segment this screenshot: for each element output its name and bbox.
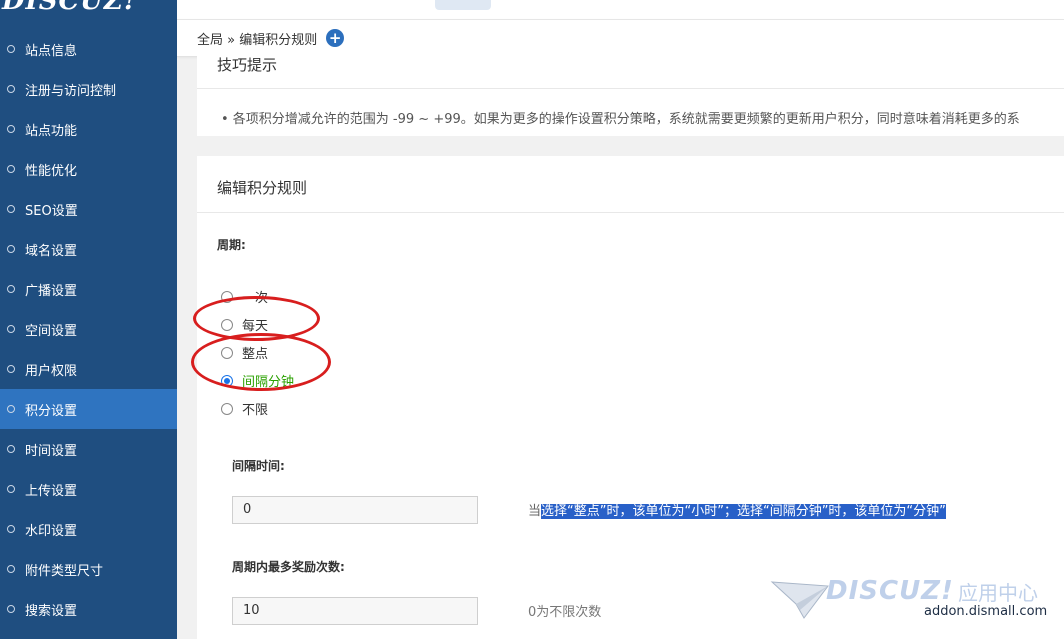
plus-circle-icon[interactable]: + <box>326 29 345 47</box>
circle-bullet-icon <box>7 605 15 613</box>
tips-title: 技巧提示 <box>217 56 278 74</box>
max-rewards-input[interactable]: 10 <box>232 597 478 625</box>
logo[interactable]: DISCUZ! <box>0 0 136 16</box>
circle-bullet-icon <box>7 565 15 573</box>
top-bar <box>177 0 1064 19</box>
sidebar-item-label: 域名设置 <box>25 243 78 259</box>
breadcrumb: 全局 » 编辑积分规则 + <box>177 19 1064 57</box>
circle-bullet-icon <box>7 325 15 333</box>
breadcrumb-text: 全局 » 编辑积分规则 <box>197 32 318 48</box>
interval-input[interactable]: 0 <box>232 496 478 524</box>
sidebar-item-label: 用户权限 <box>25 363 78 379</box>
sidebar-item[interactable]: 性能优化 <box>0 149 177 189</box>
watermark-url: addon.dismall.com <box>924 604 1048 619</box>
sidebar-item-label: 水印设置 <box>25 523 78 539</box>
circle-bullet-icon <box>7 165 15 173</box>
sidebar-item-label: 搜索设置 <box>25 603 78 619</box>
sidebar-item-label: 上传设置 <box>25 483 78 499</box>
sidebar-item[interactable]: 站点信息 <box>0 29 177 69</box>
sidebar-item[interactable]: 水印设置 <box>0 509 177 549</box>
cycle-label: 周期: <box>217 238 246 252</box>
watermark: DISCUZ! 应用中心 addon.dismall.com <box>770 574 1060 634</box>
circle-bullet-icon <box>7 205 15 213</box>
sidebar-item-label: 积分设置 <box>25 403 78 419</box>
max-rewards-label: 周期内最多奖励次数: <box>232 560 345 574</box>
circle-bullet-icon <box>7 485 15 493</box>
interval-hint-prefix: 当 <box>528 504 542 519</box>
circle-bullet-icon <box>7 285 15 293</box>
sidebar-item[interactable]: 站点功能 <box>0 109 177 149</box>
cycle-radio-option[interactable]: 不限 <box>221 399 268 418</box>
sidebar-item[interactable]: 时间设置 <box>0 429 177 469</box>
sidebar-item[interactable]: 用户权限 <box>0 349 177 389</box>
sidebar-item[interactable]: SEO设置 <box>0 189 177 229</box>
circle-bullet-icon <box>7 125 15 133</box>
sidebar-item-label: 附件类型尺寸 <box>25 563 104 579</box>
sidebar-item[interactable]: 空间设置 <box>0 309 177 349</box>
sidebar-item[interactable]: 域名设置 <box>0 229 177 269</box>
divider <box>197 212 1064 213</box>
tips-text: • 各项积分增减允许的范围为 -99 ~ +99。如果为更多的操作设置积分策略，… <box>221 112 1020 127</box>
sidebar-item-label: 站点信息 <box>25 43 78 59</box>
tips-panel: 技巧提示 • 各项积分增减允许的范围为 -99 ~ +99。如果为更多的操作设置… <box>197 56 1064 136</box>
radio-button[interactable] <box>221 402 233 415</box>
watermark-brand: DISCUZ! <box>826 576 954 606</box>
sidebar: DISCUZ! 站点信息注册与访问控制 站点功能性能优化 SEO设置域名设置广播设置… <box>0 0 177 639</box>
sidebar-item-label: 性能优化 <box>25 163 78 179</box>
divider <box>197 88 1064 89</box>
sidebar-item-label: 时间设置 <box>25 443 78 459</box>
watermark-cn: 应用中心 <box>958 581 1038 605</box>
annotation-circle-interval <box>191 333 331 391</box>
sidebar-item[interactable]: 广播设置 <box>0 269 177 309</box>
sidebar-item[interactable]: 注册与访问控制 <box>0 69 177 109</box>
sidebar-item-label: 广播设置 <box>25 283 78 299</box>
circle-bullet-icon <box>7 45 15 53</box>
interval-hint-highlight: 选择“整点”时，该单位为“小时”；选择“间隔分钟”时，该单位为“分钟” <box>541 504 946 519</box>
sidebar-item-label: 站点功能 <box>25 123 78 139</box>
sidebar-item[interactable]: 积分设置 <box>0 389 177 429</box>
top-nav-tab[interactable] <box>435 0 491 10</box>
sidebar-item[interactable]: 上传设置 <box>0 469 177 509</box>
max-rewards-hint: 0为不限次数 <box>528 605 602 620</box>
sidebar-item[interactable]: 搜索设置 <box>0 589 177 629</box>
sidebar-item-label: 注册与访问控制 <box>25 83 117 99</box>
interval-label: 间隔时间: <box>232 459 285 473</box>
interval-hint: 当选择“整点”时，该单位为“小时”；选择“间隔分钟”时，该单位为“分钟” <box>528 500 946 519</box>
circle-bullet-icon <box>7 365 15 373</box>
radio-label: 不限 <box>242 403 269 418</box>
sidebar-item[interactable]: 附件类型尺寸 <box>0 549 177 589</box>
circle-bullet-icon <box>7 445 15 453</box>
form-title: 编辑积分规则 <box>217 179 308 197</box>
circle-bullet-icon <box>7 245 15 253</box>
circle-bullet-icon <box>7 525 15 533</box>
circle-bullet-icon <box>7 85 15 93</box>
paper-plane-icon <box>770 581 829 619</box>
sidebar-item-label: SEO设置 <box>25 203 78 219</box>
edit-rule-panel: 编辑积分规则 周期: 一次 每天 整点 间隔分钟 不限 间隔时间: 0 当选择“整点”时… <box>197 156 1064 639</box>
sidebar-item-label: 空间设置 <box>25 323 78 339</box>
circle-bullet-icon <box>7 405 15 413</box>
